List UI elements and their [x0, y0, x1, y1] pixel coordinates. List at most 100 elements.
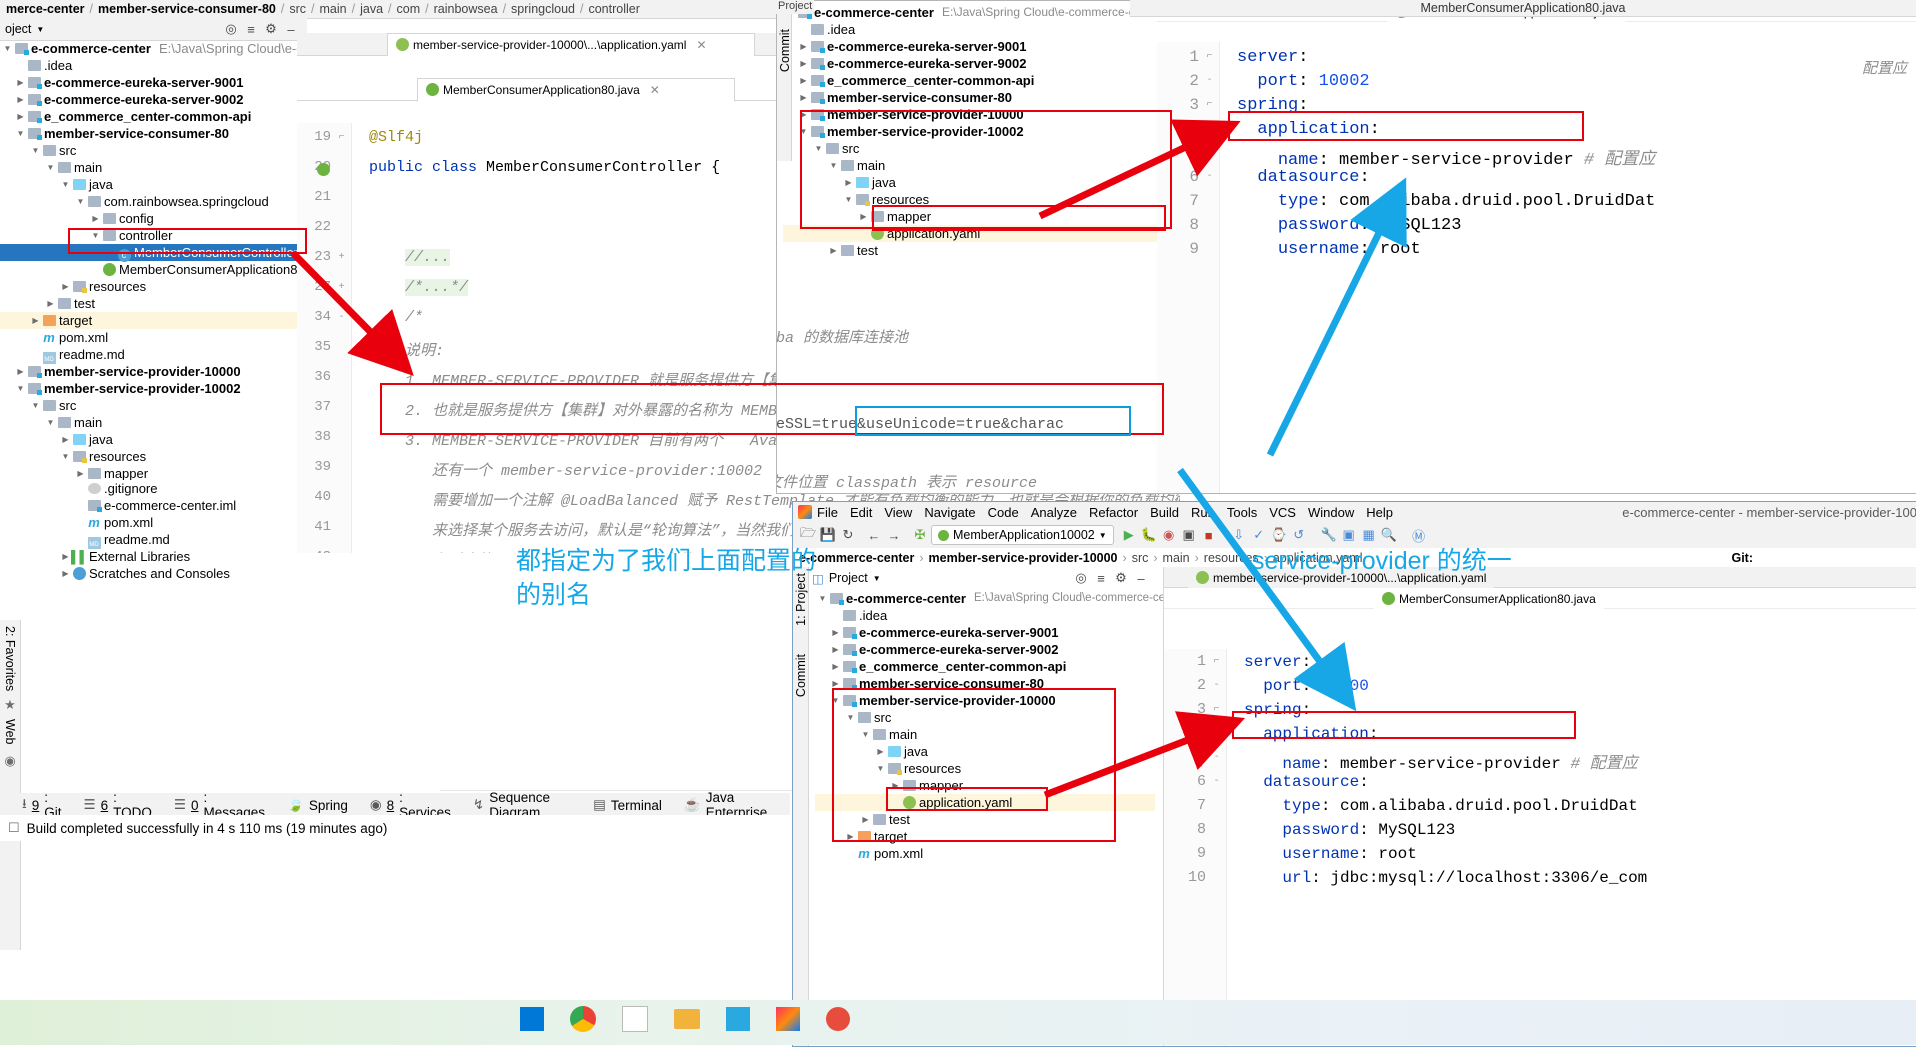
code-line[interactable]: server: [1244, 653, 1311, 671]
code-fold-toggle[interactable]: ⌐ [1203, 98, 1216, 111]
code-line[interactable]: 还有一个 member-service-provider:10002 [369, 459, 762, 480]
chevron-down-icon[interactable]: ▼ [813, 140, 824, 157]
breadcrumb-item[interactable]: src [289, 2, 306, 16]
open-project-icon[interactable]: 🗁 [799, 525, 817, 544]
code-line[interactable]: 说明: [369, 339, 444, 360]
breadcrumb-item[interactable]: main [320, 2, 347, 16]
tree-row[interactable]: ▶ test [0, 295, 297, 312]
code-fold-toggle[interactable]: + [335, 251, 348, 264]
bottom-overlay-editor-panel[interactable]: member-service-provider-10000\...\applic… [1163, 567, 1916, 1046]
code-line[interactable]: password: MySQL123 [1237, 216, 1462, 235]
back-arrow-icon[interactable]: ← [865, 526, 883, 544]
chevron-right-icon[interactable]: ▶ [798, 72, 809, 89]
menu-analyze[interactable]: Analyze [1031, 505, 1077, 520]
commit-icon[interactable]: ✓ [1250, 526, 1268, 544]
hide-icon[interactable]: – [1132, 569, 1150, 587]
breadcrumb-item[interactable]: e-commerce-center [799, 551, 914, 565]
tree-row[interactable]: ▶ java [815, 743, 1155, 760]
chevron-right-icon[interactable]: ▶ [30, 312, 41, 329]
chevron-right-icon[interactable]: ▶ [60, 431, 71, 448]
code-line[interactable]: application: [1237, 120, 1379, 139]
editor-tab-application-yaml[interactable]: member-service-provider-10000\...\applic… [387, 33, 755, 56]
tree-row[interactable]: ▶ e-commerce-eureka-server-9001 [783, 38, 1157, 55]
chevron-right-icon[interactable]: ▶ [860, 811, 871, 828]
chevron-down-icon[interactable]: ▼ [15, 380, 26, 397]
code-line[interactable]: //... [369, 249, 451, 266]
intention-bulb-icon[interactable]: 💡 [1192, 752, 1208, 768]
project-tree-lower[interactable]: .gitignore e-commerce-center.iml m pom.xml M… [0, 480, 297, 582]
browser-icon[interactable]: ◉ [0, 753, 20, 769]
locate-icon[interactable]: ◎ [222, 20, 240, 38]
project-tool-button[interactable]: 1: Project [794, 573, 808, 626]
code-fold-toggle[interactable]: - [335, 311, 348, 324]
breadcrumb-item[interactable]: controller [588, 2, 639, 16]
tree-root-label[interactable]: e-commerce-center [844, 590, 966, 607]
chevron-down-icon[interactable]: ▼ [817, 590, 828, 607]
settings-gear-icon[interactable]: ⚙ [1112, 569, 1130, 587]
tree-root-row[interactable]: ▼ e-commerce-center E:\Java\Spring Cloud… [0, 40, 394, 57]
run-configuration-selector[interactable]: MemberApplication10002 ▼ [931, 525, 1114, 545]
star-icon[interactable]: ★ [0, 697, 20, 713]
menu-window[interactable]: Window [1308, 505, 1354, 520]
chevron-right-icon[interactable]: ▶ [798, 106, 809, 123]
chevron-right-icon[interactable]: ▶ [90, 210, 101, 227]
commit-tool-button[interactable]: Commit [794, 654, 808, 697]
windows-taskbar[interactable] [0, 1000, 1916, 1045]
chevron-right-icon[interactable]: ▶ [60, 565, 71, 582]
tree-row[interactable]: ▼ main [0, 159, 297, 176]
tree-row[interactable]: ▶ java [0, 431, 297, 448]
chevron-down-icon[interactable]: ▼ [873, 574, 881, 583]
chevron-right-icon[interactable]: ▶ [830, 675, 841, 692]
tree-row[interactable]: MemberConsumerApplication80 [0, 261, 305, 278]
tree-row[interactable]: .gitignore [0, 480, 297, 497]
code-fold-toggle[interactable]: - [1203, 74, 1216, 87]
collapse-all-icon[interactable]: ≡ [1092, 569, 1110, 587]
code-line[interactable]: @Slf4j [369, 129, 423, 146]
tree-row[interactable]: ▶ e-commerce-eureka-server-9002 [783, 55, 1157, 72]
search-icon[interactable]: 🔍 [1380, 526, 1398, 544]
menu-help[interactable]: Help [1366, 505, 1393, 520]
chevron-right-icon[interactable]: ▶ [15, 363, 26, 380]
chevron-down-icon[interactable]: ▼ [1099, 531, 1107, 540]
chevron-down-icon[interactable]: ▼ [828, 157, 839, 174]
code-fold-toggle[interactable]: - [1203, 146, 1216, 159]
tree-row[interactable]: ▶ e-commerce-eureka-server-9002 [0, 91, 297, 108]
code-line[interactable]: username: root [1244, 845, 1416, 863]
build-hammer-icon[interactable]: ✠ [911, 526, 929, 544]
code-line[interactable]: username: root [1237, 240, 1421, 259]
tree-row[interactable]: ▼ member-service-consumer-80 [0, 125, 297, 142]
tree-row[interactable]: ▶ e_commerce_center-common-api [815, 658, 1155, 675]
history-icon[interactable]: ⌚ [1270, 526, 1288, 544]
tree-root-row[interactable]: ▼ e-commerce-center E:\Java\Spring Cloud… [783, 4, 1163, 21]
project-toolwindow-label[interactable]: Project [829, 571, 868, 585]
tree-row[interactable]: ▼ resources [0, 448, 297, 465]
tree-row[interactable]: ▶ java [783, 174, 1157, 191]
menu-navigate[interactable]: Navigate [924, 505, 975, 520]
code-line[interactable]: name: member-service-provider # 配置应 [1237, 144, 1655, 170]
tree-row[interactable]: application.yaml [783, 225, 1157, 242]
chevron-down-icon[interactable]: ▼ [875, 760, 886, 777]
tree-row[interactable]: ▶ mapper [815, 777, 1155, 794]
chevron-down-icon[interactable]: ▼ [15, 125, 26, 142]
tree-row[interactable]: ▶ member-service-provider-10000 [783, 106, 1157, 123]
tree-row[interactable]: ▶ e-commerce-eureka-server-9001 [0, 74, 297, 91]
breadcrumb-item[interactable]: main [1163, 551, 1190, 565]
menu-tools[interactable]: Tools [1227, 505, 1257, 520]
wrench-icon[interactable]: 🔧 [1320, 526, 1338, 544]
code-fold-toggle[interactable]: - [1203, 170, 1216, 183]
folder-icon[interactable] [674, 1009, 700, 1029]
tree-rows[interactable]: .idea ▶ e-commerce-eureka-server-9001 ▶ e-co… [783, 21, 1157, 259]
tree-row[interactable]: ▶ test [783, 242, 1157, 259]
chevron-down-icon[interactable]: ▼ [60, 176, 71, 193]
profiler-icon[interactable]: ▣ [1180, 526, 1198, 544]
code-line[interactable]: url: jdbc:mysql://localhost:3306/e_com [1244, 869, 1647, 887]
tree-row[interactable]: .idea [0, 57, 297, 74]
coverage-icon[interactable]: ◉ [1160, 526, 1178, 544]
tree-row[interactable]: ▼ src [783, 140, 1157, 157]
tree-row[interactable]: ▶ e_commerce_center-common-api [0, 108, 297, 125]
project-tree[interactable]: ▼ e-commerce-center E:\Java\Spring Cloud… [0, 40, 394, 516]
menu-code[interactable]: Code [988, 505, 1019, 520]
bottom-overlay-titlebar[interactable]: File Edit View Navigate Code Analyze Ref… [793, 502, 1916, 522]
tree-row[interactable]: ▶ target [815, 828, 1155, 845]
bottom-overlay-toolbar[interactable]: 🗁 💾 ↻ ← → ✠ MemberApplication10002 ▼ ▶ 🐛… [793, 522, 1916, 548]
